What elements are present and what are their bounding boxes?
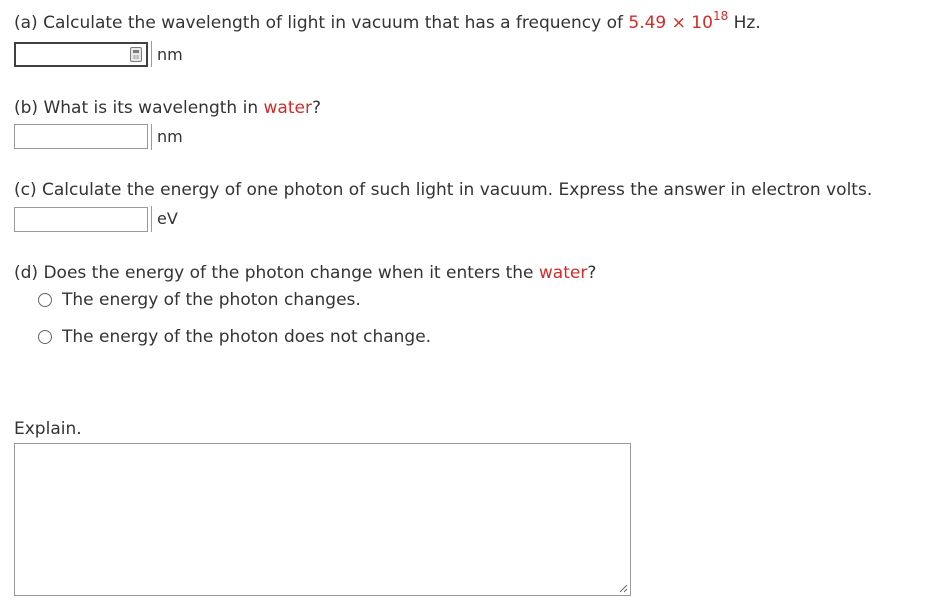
unit-a-label: nm	[157, 45, 183, 64]
option-label: The energy of the photon does not change…	[62, 327, 432, 347]
question-c-text: (c) Calculate the energy of one photon o…	[14, 180, 873, 200]
question-a-suffix: Hz.	[728, 13, 761, 33]
frequency-times: × 10	[666, 13, 713, 33]
radio-button[interactable]	[38, 293, 52, 307]
question-b: (b) What is its wavelength in water?	[14, 98, 321, 118]
explain-textarea-wrapper[interactable]	[14, 443, 631, 596]
unit-divider	[151, 124, 152, 150]
answer-c-input[interactable]	[15, 208, 147, 231]
frequency-exponent: 18	[712, 9, 729, 24]
answer-a-field[interactable]	[14, 42, 148, 67]
unit-divider	[151, 41, 152, 67]
resize-grip-icon[interactable]	[618, 583, 628, 593]
radio-button[interactable]	[38, 330, 52, 344]
question-d-suffix: ?	[587, 263, 597, 283]
question-a: (a) Calculate the wavelength of light in…	[14, 10, 761, 33]
option-energy-changes[interactable]: The energy of the photon changes.	[38, 290, 361, 310]
frequency-mantissa: 5.49	[628, 13, 667, 33]
explain-textarea[interactable]	[15, 444, 630, 595]
answer-a-input[interactable]	[16, 44, 146, 65]
answer-b-field[interactable]	[14, 124, 148, 149]
explain-label: Explain.	[14, 419, 82, 439]
question-b-suffix: ?	[311, 98, 321, 118]
water-highlight: water	[538, 263, 588, 283]
calculator-icon[interactable]	[130, 47, 142, 62]
question-a-prefix: (a) Calculate the wavelength of light in…	[14, 13, 629, 33]
unit-divider	[151, 206, 152, 232]
unit-b-label: nm	[157, 127, 183, 146]
option-energy-not-change[interactable]: The energy of the photon does not change…	[38, 327, 431, 347]
question-c: (c) Calculate the energy of one photon o…	[14, 180, 872, 200]
question-d-prefix: (d) Does the energy of the photon change…	[14, 263, 539, 283]
water-highlight: water	[263, 98, 312, 118]
question-d: (d) Does the energy of the photon change…	[14, 263, 596, 283]
unit-c-label: eV	[157, 209, 178, 228]
question-b-prefix: (b) What is its wavelength in	[14, 98, 264, 118]
option-label: The energy of the photon changes.	[62, 290, 361, 310]
answer-b-input[interactable]	[15, 125, 147, 148]
answer-c-field[interactable]	[14, 207, 148, 232]
